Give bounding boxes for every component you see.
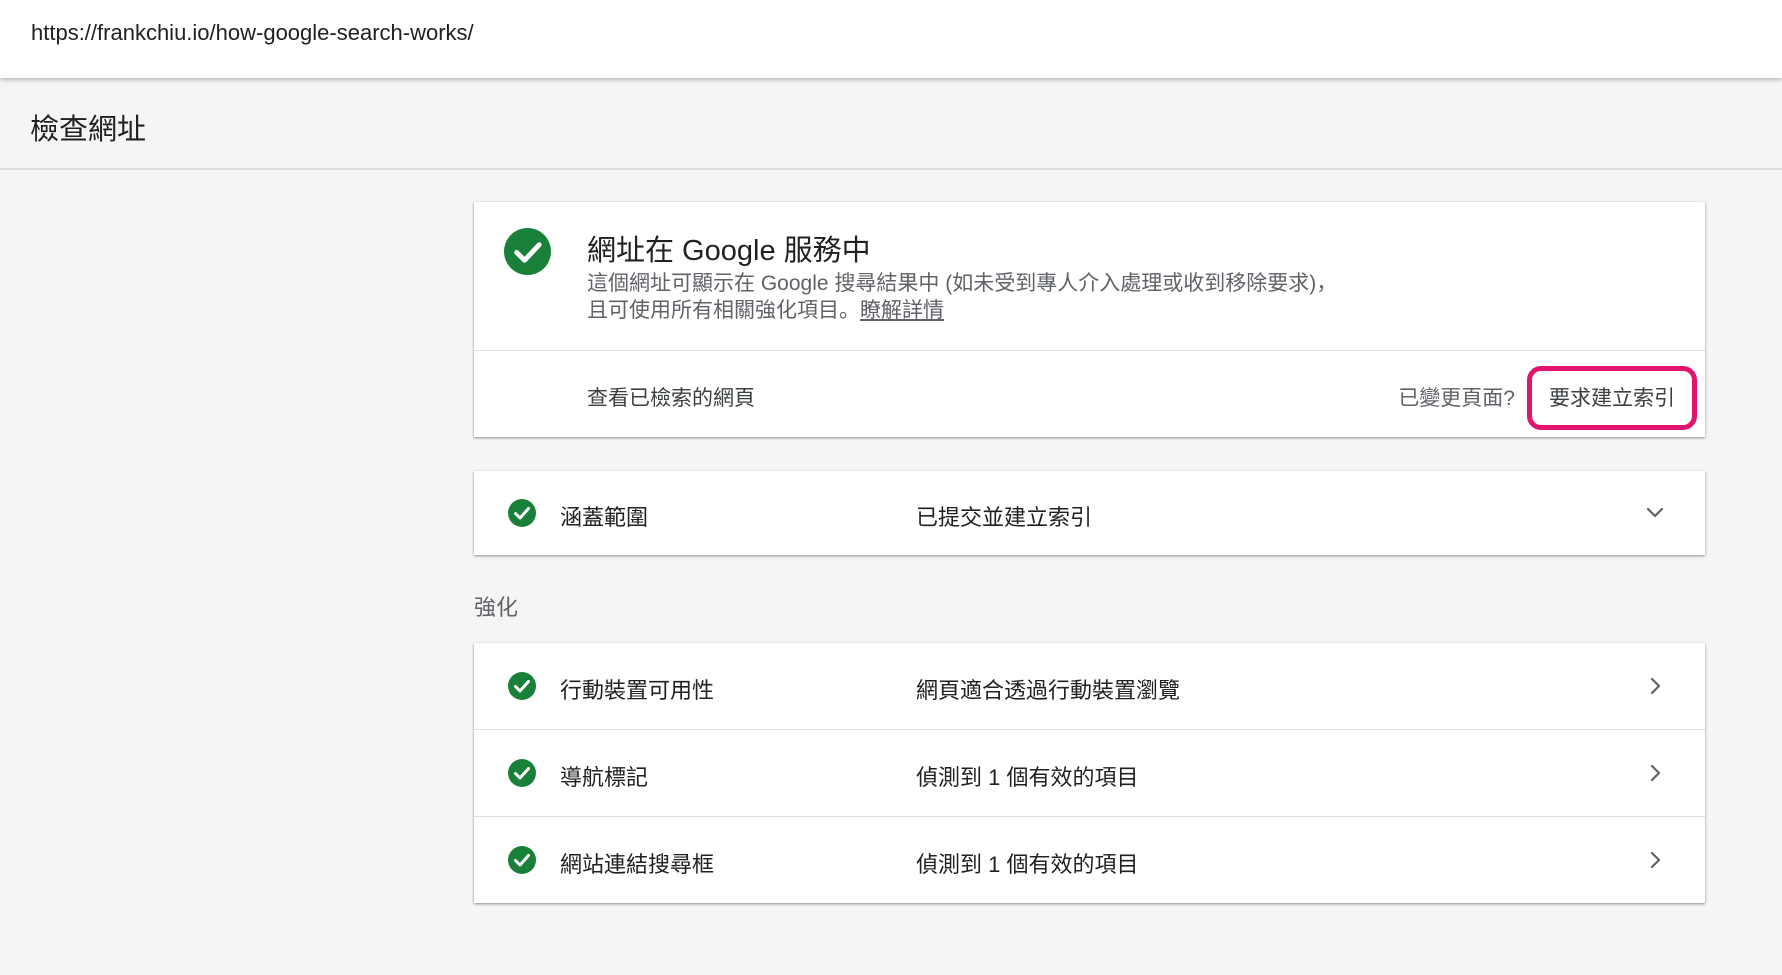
index-status-card: 網址在 Google 服務中 這個網址可顯示在 Google 搜尋結果中 (如未… (474, 202, 1705, 437)
enhancements-section-title: 強化 (474, 595, 519, 620)
learn-more-link[interactable]: 瞭解詳情 (860, 299, 944, 322)
coverage-row[interactable]: 涵蓋範圍 已提交並建立索引 (474, 470, 1705, 556)
check-circle-icon (508, 846, 536, 874)
page-header: 檢查網址 (0, 78, 1782, 170)
enhancement-value: 網頁適合透過行動裝置瀏覽 (916, 678, 1181, 703)
inspected-url[interactable]: https://frankchiu.io/how-google-search-w… (31, 20, 474, 46)
page-changed-label: 已變更頁面? (1398, 387, 1515, 410)
enhancement-label: 網站連結搜尋框 (560, 852, 715, 877)
chevron-down-icon[interactable] (1645, 502, 1665, 522)
status-description-line-2: 且可使用所有相關強化項目。瞭解詳情 (587, 297, 1587, 324)
enhancement-label: 導航標記 (560, 765, 649, 790)
chevron-right-icon (1650, 677, 1661, 695)
check-circle-icon (508, 759, 536, 787)
chevron-right-icon (1650, 851, 1661, 869)
request-indexing-button[interactable]: 要求建立索引 (1549, 382, 1675, 412)
coverage-label: 涵蓋範圍 (560, 505, 649, 530)
check-circle-icon (508, 672, 536, 700)
enhancement-label: 行動裝置可用性 (560, 678, 715, 703)
coverage-value: 已提交並建立索引 (916, 505, 1093, 530)
coverage-card: 涵蓋範圍 已提交並建立索引 (474, 471, 1705, 555)
chevron-right-icon (1650, 764, 1661, 782)
check-circle-icon (504, 228, 551, 275)
divider (474, 350, 1705, 351)
status-description-line-2-text: 且可使用所有相關強化項目。 (587, 299, 860, 322)
check-circle-icon (508, 499, 536, 527)
enhancement-row-sitelinks-searchbox[interactable]: 網站連結搜尋框 偵測到 1 個有效的項目 (474, 817, 1705, 903)
enhancement-row-mobile-usability[interactable]: 行動裝置可用性 網頁適合透過行動裝置瀏覽 (474, 643, 1705, 729)
url-bar: https://frankchiu.io/how-google-search-w… (0, 0, 1782, 78)
enhancement-value: 偵測到 1 個有效的項目 (916, 852, 1139, 877)
enhancement-value: 偵測到 1 個有效的項目 (916, 765, 1139, 790)
enhancement-row-breadcrumbs[interactable]: 導航標記 偵測到 1 個有效的項目 (474, 730, 1705, 816)
view-crawled-page-button[interactable]: 查看已檢索的網頁 (587, 382, 755, 412)
page-title: 檢查網址 (30, 114, 147, 146)
status-description: 這個網址可顯示在 Google 搜尋結果中 (如未受到專人介入處理或收到移除要求… (587, 270, 1587, 324)
status-description-line-1: 這個網址可顯示在 Google 搜尋結果中 (如未受到專人介入處理或收到移除要求… (587, 272, 1338, 295)
status-title: 網址在 Google 服務中 (587, 235, 871, 267)
enhancements-card: 行動裝置可用性 網頁適合透過行動裝置瀏覽 導航標記 偵測到 1 個有效的項目 網… (474, 643, 1705, 903)
